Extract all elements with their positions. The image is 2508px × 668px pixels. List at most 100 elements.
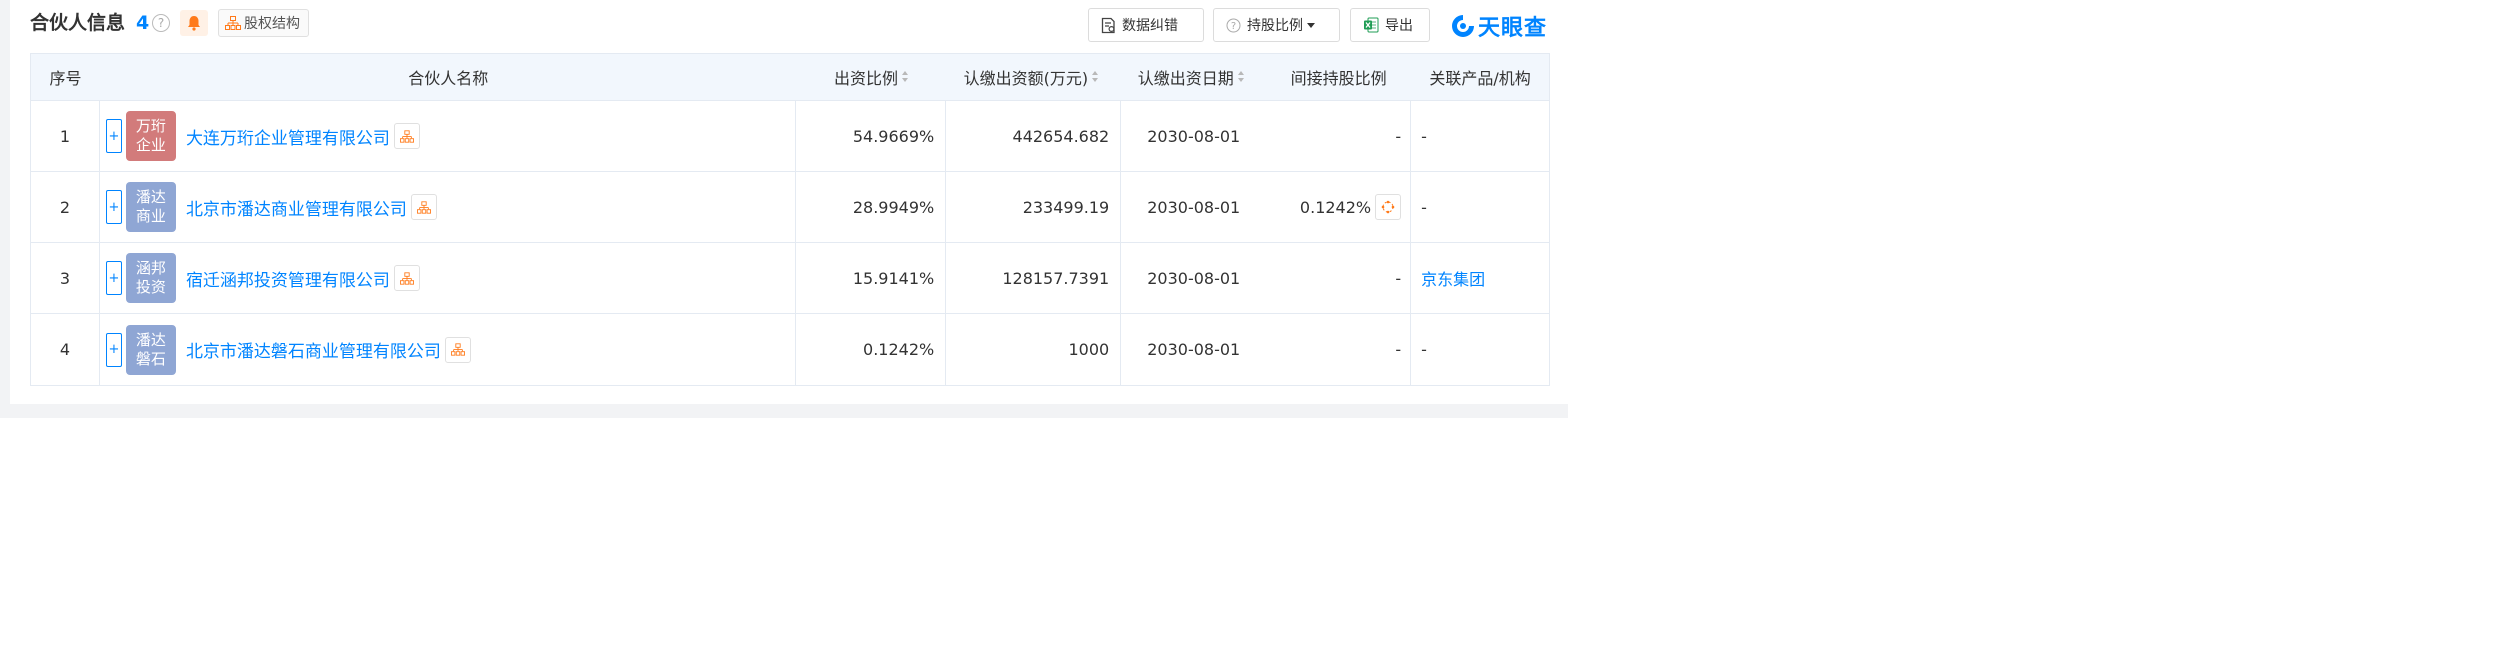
indirect-ratio-cell: - [1266, 101, 1412, 171]
contribution-ratio: 28.9949% [796, 172, 947, 242]
subscribed-amount-value: 233499.19 [1022, 197, 1110, 217]
contribution-ratio: 15.9141% [796, 243, 947, 313]
subscribed-amount-value: 128157.7391 [1002, 268, 1110, 288]
row-index: 3 [31, 243, 100, 313]
expand-button[interactable]: + [105, 190, 122, 224]
section-header: 合伙人信息 4 ? 股权结构 数据纠错 ? 持股比例 导出 天眼查 [30, 6, 1552, 42]
equity-structure-label: 股权结构 [244, 16, 300, 32]
partner-table: 序号 合伙人名称 出资比例 认缴出资额(万元) 认缴出资日期 间接持股比例 关联… [30, 53, 1550, 386]
export-label: 导出 [1385, 18, 1413, 34]
col-contribution-ratio[interactable]: 出资比例 [797, 54, 947, 100]
sort-icon[interactable] [1237, 71, 1245, 83]
subscribed-amount: 442654.682 [946, 101, 1122, 171]
subscribed-amount-value: 442654.682 [1012, 126, 1110, 146]
company-name-link[interactable]: 北京市潘达商业管理有限公司 [186, 195, 407, 220]
export-button[interactable]: 导出 [1350, 8, 1430, 42]
amount-date-cell: 233499.19 2030-08-01 [946, 172, 1266, 242]
bottom-gutter [0, 404, 1568, 418]
col-contribution-ratio-label: 出资比例 [833, 69, 898, 88]
company-avatar: 涵邦 投资 [125, 253, 176, 303]
company-avatar: 潘达 磐石 [125, 324, 176, 375]
question-circle-icon: ? [1226, 18, 1241, 32]
sort-icon[interactable] [901, 71, 909, 83]
related-cell: - [1411, 314, 1549, 385]
col-related-products: 关联产品/机构 [1429, 69, 1531, 88]
bell-icon[interactable] [180, 10, 208, 36]
company-avatar: 潘达 商业 [125, 182, 176, 232]
equity-structure-button[interactable]: 股权结构 [218, 9, 309, 37]
related-product[interactable]: 京东集团 [1421, 266, 1485, 290]
company-name-link[interactable]: 北京市潘达磐石商业管理有限公司 [186, 337, 441, 362]
avatar-text-line1: 潘达 [135, 188, 166, 206]
tianyancha-logo: 天眼查 [1450, 10, 1547, 42]
amount-date-cell: 442654.682 2030-08-01 [946, 101, 1266, 171]
col-subscribed-date-label: 认缴出资日期 [1137, 69, 1234, 88]
help-icon[interactable]: ? [152, 14, 170, 32]
col-subscribed-amount[interactable]: 认缴出资额(万元) [946, 54, 1116, 100]
indirect-ratio: - [1395, 126, 1402, 146]
contribution-ratio: 54.9669% [796, 101, 947, 171]
chevron-down-icon [1307, 22, 1315, 28]
indirect-ratio: - [1395, 268, 1402, 288]
expand-button[interactable]: + [105, 332, 122, 367]
related-cell: - [1411, 172, 1549, 242]
indirect-ratio: - [1395, 340, 1402, 359]
data-correction-button[interactable]: 数据纠错 [1088, 8, 1204, 42]
subscribed-date: 2030-08-01 [1121, 172, 1266, 242]
partner-cell: + 万珩 企业 大连万珩企业管理有限公司 [100, 101, 797, 171]
avatar-text-line1: 潘达 [135, 330, 166, 349]
subscribed-date: 2030-08-01 [1121, 243, 1266, 313]
table-header: 序号 合伙人名称 出资比例 认缴出资额(万元) 认缴出资日期 间接持股比例 关联… [31, 54, 1549, 101]
col-subscribed-amount-label: 认缴出资额(万元) [963, 69, 1089, 88]
related-cell: 京东集团 [1411, 243, 1549, 313]
amount-date-cell: 128157.7391 2030-08-01 [946, 243, 1266, 313]
org-chart-icon [225, 16, 241, 30]
org-chart-icon[interactable] [410, 194, 437, 220]
col-index: 序号 [49, 69, 82, 88]
sort-icon[interactable] [1092, 71, 1099, 83]
partner-cell: + 潘达 商业 北京市潘达商业管理有限公司 [100, 172, 797, 242]
subscribed-amount: 128157.7391 [946, 243, 1122, 313]
indirect-ratio-cell: - [1266, 243, 1412, 313]
penetration-icon[interactable] [1375, 194, 1402, 220]
col-subscribed-date[interactable]: 认缴出资日期 [1116, 54, 1266, 100]
subscribed-date-value: 2030-08-01 [1147, 126, 1241, 146]
avatar-text-line2: 投资 [135, 278, 166, 296]
partner-cell: + 涵邦 投资 宿迁涵邦投资管理有限公司 [100, 243, 797, 313]
col-partner-name: 合伙人名称 [408, 69, 489, 88]
related-product: - [1421, 126, 1427, 146]
subscribed-date: 2030-08-01 [1121, 314, 1266, 385]
table-row: 1 + 万珩 企业 大连万珩企业管理有限公司 54.9669% 442654.682 2030… [31, 101, 1549, 172]
indirect-ratio: 0.1242% [1299, 197, 1372, 217]
subscribed-date-value: 2030-08-01 [1147, 268, 1241, 288]
data-correction-label: 数据纠错 [1122, 18, 1178, 34]
expand-button[interactable]: + [105, 261, 122, 295]
company-name-link[interactable]: 大连万珩企业管理有限公司 [186, 124, 390, 149]
org-chart-icon[interactable] [393, 123, 420, 149]
avatar-text-line2: 磐石 [135, 349, 166, 368]
org-chart-icon[interactable] [444, 336, 471, 363]
subscribed-amount: 233499.19 [946, 172, 1122, 242]
related-product: - [1421, 340, 1427, 359]
amount-date-cell: 1000 2030-08-01 [946, 314, 1266, 385]
related-cell: - [1411, 101, 1549, 171]
holding-ratio-dropdown[interactable]: ? 持股比例 [1213, 8, 1340, 42]
document-edit-icon [1101, 17, 1115, 33]
related-product: - [1421, 197, 1427, 217]
partner-cell: + 潘达 磐石 北京市潘达磐石商业管理有限公司 [100, 314, 797, 385]
subscribed-date: 2030-08-01 [1121, 101, 1266, 171]
svg-text:?: ? [1231, 21, 1236, 32]
org-chart-icon[interactable] [393, 265, 420, 291]
subscribed-date-value: 2030-08-01 [1147, 340, 1241, 359]
company-name-link[interactable]: 宿迁涵邦投资管理有限公司 [186, 266, 390, 291]
section-title: 合伙人信息 [30, 12, 126, 34]
row-index: 1 [31, 101, 100, 171]
indirect-ratio-cell: 0.1242% [1266, 172, 1412, 242]
partner-count: 4 [136, 12, 150, 34]
left-gutter [0, 0, 10, 418]
row-index: 2 [31, 172, 100, 242]
row-index: 4 [31, 314, 100, 385]
expand-button[interactable]: + [105, 119, 122, 153]
avatar-text-line1: 涵邦 [135, 259, 166, 277]
table-row: 3 + 涵邦 投资 宿迁涵邦投资管理有限公司 15.9141% 128157.7391 203… [31, 243, 1549, 314]
